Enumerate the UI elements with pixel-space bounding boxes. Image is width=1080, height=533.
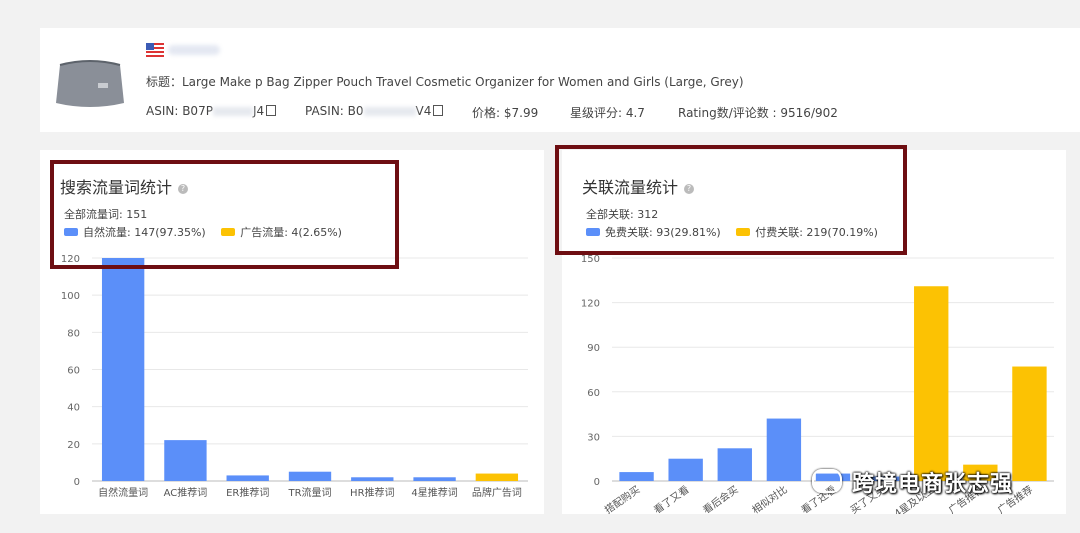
wechat-icon [812, 469, 842, 493]
asin-label: ASIN: B07P [146, 104, 213, 118]
x-tick-label: 相似对比 [749, 483, 789, 514]
product-card: 标题：Large Make p Bag Zipper Pouch Travel … [40, 28, 1080, 132]
y-tick-label: 150 [581, 254, 600, 265]
bar[interactable] [413, 477, 456, 481]
rating-field: Rating数/评论数 : 9516/902 [678, 106, 838, 120]
pasin-field: PASIN: B0 V4 [305, 104, 444, 118]
stars-field: 星级评分: 4.7 [570, 106, 645, 120]
us-flag-icon [146, 43, 164, 57]
bar[interactable] [475, 473, 519, 481]
x-tick-label: 自然流量词 [98, 486, 148, 499]
asin-redacted [212, 107, 253, 116]
x-tick-label: 看了又看 [651, 483, 691, 514]
price-field: 价格: $7.99 [472, 106, 539, 120]
bar[interactable] [619, 472, 654, 481]
x-tick-label: AC推荐词 [164, 486, 208, 499]
copy-icon[interactable] [433, 105, 444, 116]
product-title: 标题：Large Make p Bag Zipper Pouch Travel … [146, 75, 744, 89]
y-tick-label: 60 [67, 366, 80, 377]
x-tick-label: 看后会买 [700, 483, 740, 514]
asin-tail: J4 [252, 104, 265, 118]
y-tick-label: 100 [61, 291, 80, 302]
redacted-seller [168, 45, 220, 55]
chart-plot: 020406080100120自然流量词 AC推荐词 ER推荐词 TR流量词 HR推荐词… [61, 254, 528, 499]
y-tick-label: 0 [74, 477, 80, 488]
y-tick-label: 30 [587, 432, 600, 443]
bar[interactable] [1012, 366, 1047, 481]
product-thumbnail [56, 60, 124, 107]
x-tick-label: HR推荐词 [350, 486, 394, 499]
bar[interactable] [914, 286, 949, 481]
highlight-box [50, 160, 399, 269]
y-tick-label: 60 [587, 388, 600, 399]
x-tick-label: 品牌广告词 [472, 486, 522, 499]
y-tick-label: 90 [587, 343, 600, 354]
bar[interactable] [288, 471, 332, 481]
pasin-redacted [363, 107, 416, 116]
watermark: 跨境电商张志强 [812, 466, 1013, 498]
y-tick-label: 120 [581, 299, 600, 310]
watermark-text: 跨境电商张志强 [852, 472, 1014, 497]
bar[interactable] [226, 475, 269, 481]
asin-field: ASIN: B07P J4 [146, 104, 277, 118]
y-tick-label: 40 [67, 403, 80, 414]
x-tick-label: 搭配购买 [602, 483, 642, 514]
bar[interactable] [766, 418, 802, 481]
highlight-box [555, 145, 907, 255]
y-tick-label: 80 [67, 328, 80, 339]
y-tick-label: 20 [67, 440, 80, 451]
bar[interactable] [668, 458, 703, 481]
x-tick-label: TR流量词 [287, 486, 331, 499]
bar[interactable] [351, 477, 394, 481]
x-tick-label: ER推荐词 [226, 486, 269, 499]
y-tick-label: 0 [594, 477, 600, 488]
copy-icon[interactable] [266, 105, 277, 116]
bar[interactable] [101, 258, 145, 481]
x-tick-label: 4星推荐词 [411, 486, 457, 499]
bar[interactable] [717, 448, 752, 481]
bar[interactable] [164, 440, 207, 481]
pasin-tail: V4 [415, 104, 432, 118]
pasin-label: PASIN: B0 [305, 104, 364, 118]
